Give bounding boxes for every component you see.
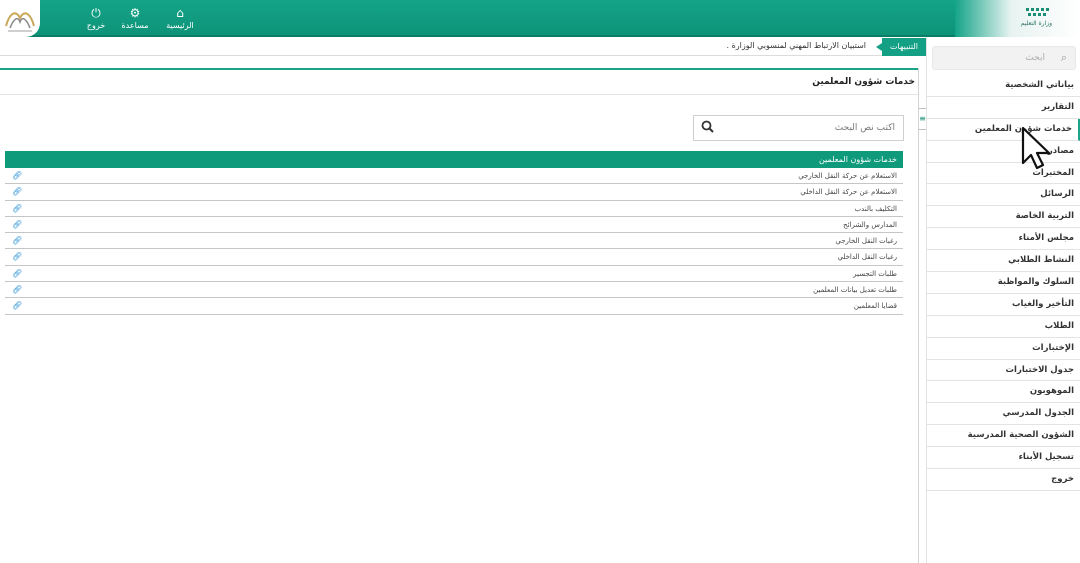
- table-row[interactable]: التكليف بالندب 🔗︎: [5, 201, 903, 217]
- link-icon[interactable]: 🔗︎: [12, 204, 22, 213]
- services-table: خدمات شؤون المعلمين الاستعلام عن حركة ال…: [5, 151, 903, 315]
- row-label[interactable]: الاستعلام عن حركة النقل الداخلي: [800, 188, 897, 196]
- table-row[interactable]: قضايا المعلمين 🔗︎: [5, 298, 903, 315]
- sidebar-item-lateness-absence[interactable]: التأخير والغياب: [926, 294, 1080, 316]
- table-row[interactable]: الاستعلام عن حركة النقل الداخلي 🔗︎: [5, 184, 903, 201]
- main-top-rule: [0, 68, 918, 70]
- sidebar-item-gifted[interactable]: الموهوبون: [926, 381, 1080, 404]
- notifications-tag[interactable]: التنبيهات: [876, 38, 926, 56]
- row-label[interactable]: رغبات النقل الخارجي: [835, 237, 897, 245]
- sidebar-item-children-registration[interactable]: تسجيل الأبناء: [926, 447, 1080, 470]
- link-icon[interactable]: 🔗︎: [12, 285, 22, 294]
- row-label[interactable]: قضايا المعلمين: [854, 302, 897, 310]
- sidebar-search-input[interactable]: ابحث ⌕: [932, 46, 1076, 70]
- home-icon: ⌂: [176, 6, 184, 20]
- row-label[interactable]: المدارس والشرائح: [843, 221, 897, 229]
- sidebar-item-behavior[interactable]: السلوك والمواظبة: [926, 272, 1080, 294]
- table-row[interactable]: طلبات التجسير 🔗︎: [5, 266, 903, 283]
- home-button[interactable]: ⌂ الرئيسية: [157, 6, 203, 34]
- page-title: خدمات شؤون المعلمين: [812, 77, 915, 87]
- sidebar-item-school-health[interactable]: الشؤون الصحية المدرسية: [926, 425, 1080, 448]
- mouse-pointer-icon: [1021, 126, 1051, 170]
- link-icon[interactable]: 🔗︎: [12, 187, 22, 196]
- sidebar-item-personal-data[interactable]: بياناتي الشخصية: [926, 75, 1080, 97]
- main-sidebar-divider: [918, 68, 919, 563]
- vision-2030-logo: [0, 0, 40, 37]
- sidebar-menu: بياناتي الشخصية التقارير خدمات شؤون المع…: [926, 75, 1080, 491]
- table-header: خدمات شؤون المعلمين: [5, 151, 903, 168]
- search-input[interactable]: اكتب نص البحث: [693, 115, 904, 141]
- row-label[interactable]: رغبات النقل الداخلي: [837, 253, 897, 261]
- home-label: الرئيسية: [166, 21, 194, 30]
- row-label[interactable]: طلبات تعديل بيانات المعلمين: [813, 286, 897, 294]
- link-icon[interactable]: 🔗︎: [12, 252, 22, 261]
- table-row[interactable]: الاستعلام عن حركة النقل الخارجي 🔗︎: [5, 168, 903, 185]
- table-row[interactable]: رغبات النقل الداخلي 🔗︎: [5, 249, 903, 266]
- sidebar-item-logout[interactable]: خروج: [926, 469, 1080, 491]
- user-info-blurred: [760, 9, 930, 29]
- exit-label: خروج: [86, 21, 106, 30]
- table-row[interactable]: طلبات تعديل بيانات المعلمين 🔗︎: [5, 282, 903, 299]
- sidebar-item-exams[interactable]: الإختبارات: [926, 338, 1080, 360]
- link-icon[interactable]: 🔗︎: [12, 220, 22, 229]
- sidebar-search-placeholder: ابحث: [1025, 53, 1045, 63]
- search-icon[interactable]: [701, 120, 714, 137]
- title-divider: [0, 94, 918, 95]
- sidebar-item-school-timetable[interactable]: الجدول المدرسي: [926, 403, 1080, 426]
- sidebar-toggle-icon[interactable]: ≡: [918, 108, 926, 130]
- gear-icon: ⚙: [129, 6, 141, 20]
- help-label: مساعدة: [121, 21, 149, 30]
- sidebar-item-student-activity[interactable]: النشاط الطلابي: [926, 250, 1080, 273]
- notification-bar: استبيان الارتباط المهني لمنسوبي الوزارة …: [0, 38, 926, 56]
- sidebar-item-teacher-services[interactable]: خدمات شؤون المعلمين: [926, 118, 1080, 141]
- sidebar-item-students[interactable]: الطلاب: [926, 316, 1080, 338]
- sidebar-item-messages[interactable]: الرسائل: [926, 184, 1080, 207]
- search-placeholder: اكتب نص البحث: [834, 123, 895, 133]
- link-icon[interactable]: 🔗︎: [12, 301, 22, 310]
- notification-message[interactable]: استبيان الارتباط المهني لمنسوبي الوزارة …: [727, 41, 867, 50]
- row-label[interactable]: التكليف بالندب: [854, 205, 897, 213]
- top-header-bar: ⏻ خروج ⚙ مساعدة ⌂ الرئيسية وزارة التعليم: [0, 0, 1080, 37]
- link-icon[interactable]: 🔗︎: [12, 171, 22, 180]
- link-icon[interactable]: 🔗︎: [12, 269, 22, 278]
- vision-logo-icon: [5, 12, 35, 32]
- sidebar-item-resources[interactable]: مصادر: [926, 141, 1080, 163]
- sidebar-item-board-of-trustees[interactable]: مجلس الأمناء: [926, 228, 1080, 251]
- row-label[interactable]: الاستعلام عن حركة النقل الخارجي: [798, 172, 897, 180]
- ministry-logo: وزارة التعليم: [955, 0, 1080, 37]
- row-label[interactable]: طلبات التجسير: [853, 270, 897, 278]
- ministry-logo-text: وزارة التعليم: [1020, 20, 1052, 27]
- sidebar: ابحث ⌕ بياناتي الشخصية التقارير خدمات شؤ…: [926, 37, 1080, 563]
- sidebar-item-exam-schedule[interactable]: جدول الاختبارات: [926, 360, 1080, 382]
- search-icon: ⌕: [1060, 51, 1067, 64]
- help-button[interactable]: ⚙ مساعدة: [112, 6, 158, 34]
- sidebar-item-reports[interactable]: التقارير: [926, 97, 1080, 119]
- table-row[interactable]: المدارس والشرائح 🔗︎: [5, 217, 903, 234]
- sidebar-item-labs[interactable]: المختبرات: [926, 163, 1080, 185]
- table-row[interactable]: رغبات النقل الخارجي 🔗︎: [5, 233, 903, 250]
- link-icon[interactable]: 🔗︎: [12, 236, 22, 245]
- sidebar-item-special-education[interactable]: التربية الخاصة: [926, 206, 1080, 229]
